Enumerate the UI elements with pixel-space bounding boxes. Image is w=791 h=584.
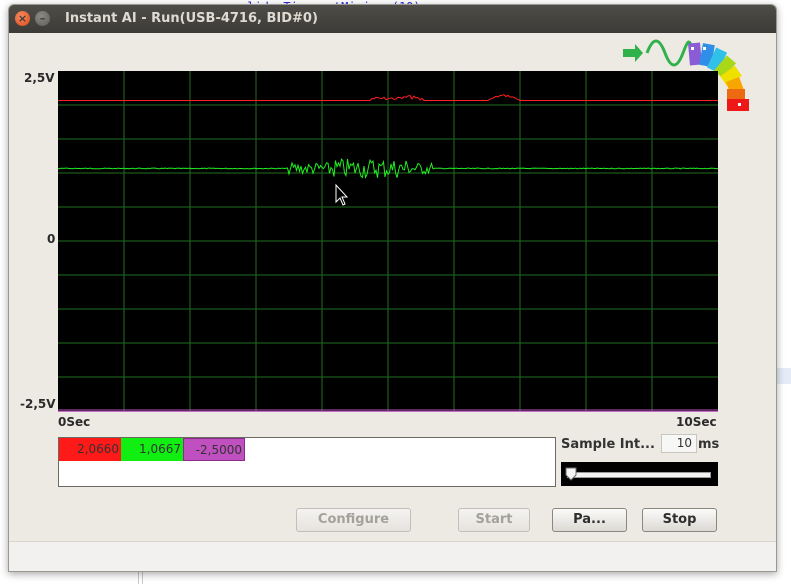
y-axis-top-label: 2,5V [24, 71, 55, 85]
slider-track[interactable] [567, 472, 711, 478]
window-footer [9, 541, 776, 571]
start-button[interactable]: Start [458, 508, 530, 532]
channel-value-legend: 2,0660 1,0667 -2,5000 [58, 437, 556, 487]
background-highlight [776, 368, 791, 384]
sample-interval-label: Sample Int... [561, 437, 655, 452]
x-axis-end-label: 10Sec [676, 415, 717, 429]
window-title: Instant AI - Run(USB-4716, BID#0) [65, 11, 318, 26]
y-axis-mid-label: 0 [47, 232, 56, 246]
minimize-icon: – [39, 12, 46, 25]
mouse-pointer-icon [335, 183, 349, 206]
channel-2-value[interactable]: -2,5000 [183, 438, 245, 461]
stop-button[interactable]: Stop [642, 508, 717, 532]
close-window-button[interactable]: × [15, 11, 30, 26]
plot-grid [58, 71, 718, 411]
channel-0-value[interactable]: 2,0660 [59, 438, 121, 461]
close-icon: × [17, 12, 28, 25]
y-axis-bottom-label: -2,5V [20, 397, 56, 411]
configure-button[interactable]: Configure [296, 508, 411, 532]
title-bar[interactable]: × – Instant AI - Run(USB-4716, BID#0) [9, 5, 776, 33]
sample-interval-slider[interactable] [561, 462, 718, 486]
instant-ai-window: × – Instant AI - Run(USB-4716, BID#0) 2,… [8, 4, 777, 572]
signal-plot[interactable] [58, 71, 718, 412]
pause-button[interactable]: Pa... [552, 508, 627, 532]
channel-1-value[interactable]: 1,0667 [121, 438, 183, 461]
minimize-window-button[interactable]: – [35, 11, 50, 26]
x-axis-start-label: 0Sec [58, 415, 91, 429]
sample-interval-unit: ms [698, 437, 720, 452]
slider-thumb[interactable] [565, 467, 577, 481]
sample-interval-input[interactable]: 10 [661, 434, 697, 453]
